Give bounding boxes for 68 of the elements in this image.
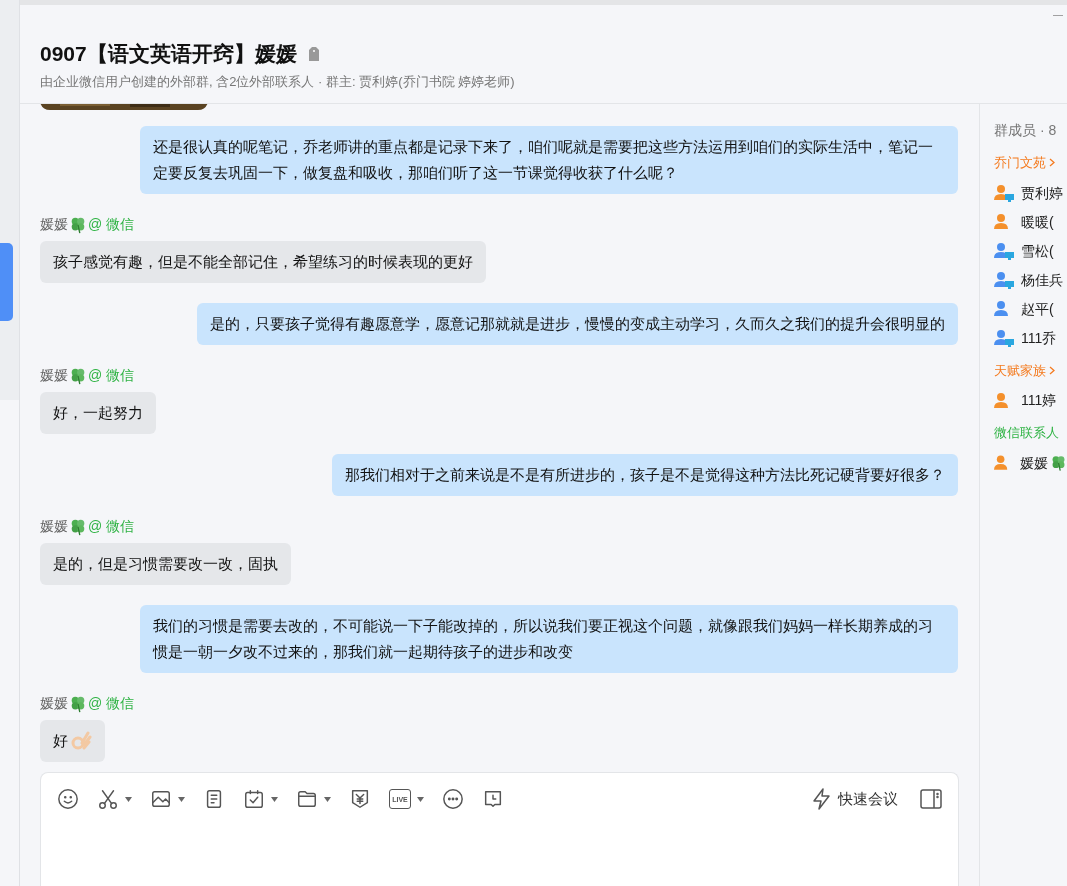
clover-icon [69, 694, 87, 713]
clover-icon [69, 517, 87, 536]
toolbar-button[interactable] [349, 788, 371, 810]
member-row[interactable]: 赵平( [994, 296, 1067, 322]
chat-subtitle: 由企业微信用户创建的外部群, 含2位外部联系人 · 群主: 贾利婷(乔门书院 婷婷老师) [40, 73, 515, 91]
smiley-icon [57, 788, 79, 810]
sent-message: 是的，只要孩子觉得有趣愿意学，愿意记那就就是进步，慢慢的变成主动学习，久而久之我们的提升会很明显的 [197, 303, 958, 345]
sender-name: 媛媛 [40, 215, 68, 234]
caret-icon [125, 796, 132, 802]
sent-message: 那我们相对于之前来说是不是有所进步的，孩子是不是觉得这种方法比死记硬背要好很多？ [332, 454, 958, 496]
member-row[interactable]: 杨佳兵 [994, 267, 1067, 293]
yen-shield-icon [349, 788, 371, 810]
member-name[interactable]: 贾利婷 [1021, 182, 1063, 204]
received-message: 孩子感觉有趣，但是不能全部记住，希望练习的时候表现的更好 [40, 241, 486, 283]
scissors-icon [97, 788, 119, 810]
member-name[interactable]: 111乔 [1021, 327, 1057, 349]
received-message: 好 [40, 720, 105, 762]
member-name[interactable]: 赵平( [1021, 298, 1054, 320]
member-row[interactable]: 暖暖( [994, 209, 1067, 235]
sent-message: 我们的习惯是需要去改的，不可能说一下子能改掉的，所以说我们要正视这个问题，就像跟我们妈妈一样长期养成的习惯是一朝一夕改不过来的，那我们就一起期待孩子的进步和改变 [140, 605, 958, 673]
sender-source: @ 微信 [88, 366, 135, 385]
sent-message: 还是很认真的呢笔记，乔老师讲的重点都是记录下来了，咱们呢就是需要把这些方法运用到咱们的实际生活中，笔记一定要反复去巩固一下，做复盘和吸收，那咱们听了这一节课觉得收获了什么呢？ [140, 126, 958, 194]
folder-icon [296, 788, 318, 810]
tag-icon [308, 47, 319, 61]
chevron-icon [1049, 365, 1055, 375]
toolbar-button[interactable] [57, 788, 79, 810]
received-message: 好，一起努力 [40, 392, 156, 434]
member-row[interactable]: 媛媛 [994, 450, 1067, 476]
member-name[interactable]: 媛媛 [1019, 452, 1048, 474]
member-name[interactable]: 暖暖( [1021, 211, 1054, 233]
member-name[interactable]: 杨佳兵 [1021, 269, 1063, 291]
member-name[interactable]: 雪松( [1021, 240, 1054, 262]
toolbar-button[interactable] [296, 788, 331, 810]
members-title: 群成员 · 8 [994, 121, 1058, 140]
ok-hand-icon [70, 730, 92, 752]
member-name[interactable]: 111婷 [1021, 390, 1057, 411]
toolbar-button[interactable] [482, 788, 504, 810]
toolbar-button[interactable] [243, 788, 278, 810]
lightning-icon [812, 788, 832, 811]
image-icon [150, 788, 172, 810]
sender-name: 媛媛 [40, 366, 68, 385]
toolbar-button[interactable] [97, 788, 132, 810]
calendar-check-icon [243, 788, 265, 810]
toolbar-button[interactable] [442, 788, 464, 810]
member-row[interactable]: 111乔 [994, 325, 1067, 351]
quick-meeting-button[interactable]: 快速会议 [812, 788, 898, 811]
caret-icon [178, 796, 185, 802]
clock-bubble-icon [482, 788, 504, 810]
caret-icon [324, 796, 331, 802]
side-panel-icon[interactable] [920, 789, 942, 810]
sender-source: @ 微信 [88, 694, 135, 713]
member-row[interactable]: 雪松( [994, 238, 1067, 264]
clover-icon [69, 366, 87, 385]
sender-name: 媛媛 [40, 694, 68, 713]
sender-name: 媛媛 [40, 517, 68, 536]
chevron-icon [1049, 158, 1055, 168]
caret-icon [271, 796, 278, 802]
member-row[interactable]: 111婷 [994, 388, 1067, 413]
clover-icon [69, 215, 87, 234]
toolbar-button[interactable] [150, 788, 185, 810]
received-message: 是的，但是习惯需要改一改，固执 [40, 543, 291, 585]
more-icon [442, 788, 464, 810]
sender-source: @ 微信 [88, 215, 135, 234]
minimize-button[interactable]: — [1053, 10, 1063, 20]
member-row[interactable]: 贾利婷 [994, 180, 1067, 206]
chat-title: 0907【语文英语开窍】媛媛 [40, 41, 297, 67]
sender-source: @ 微信 [88, 517, 135, 536]
caret-icon [417, 796, 424, 802]
